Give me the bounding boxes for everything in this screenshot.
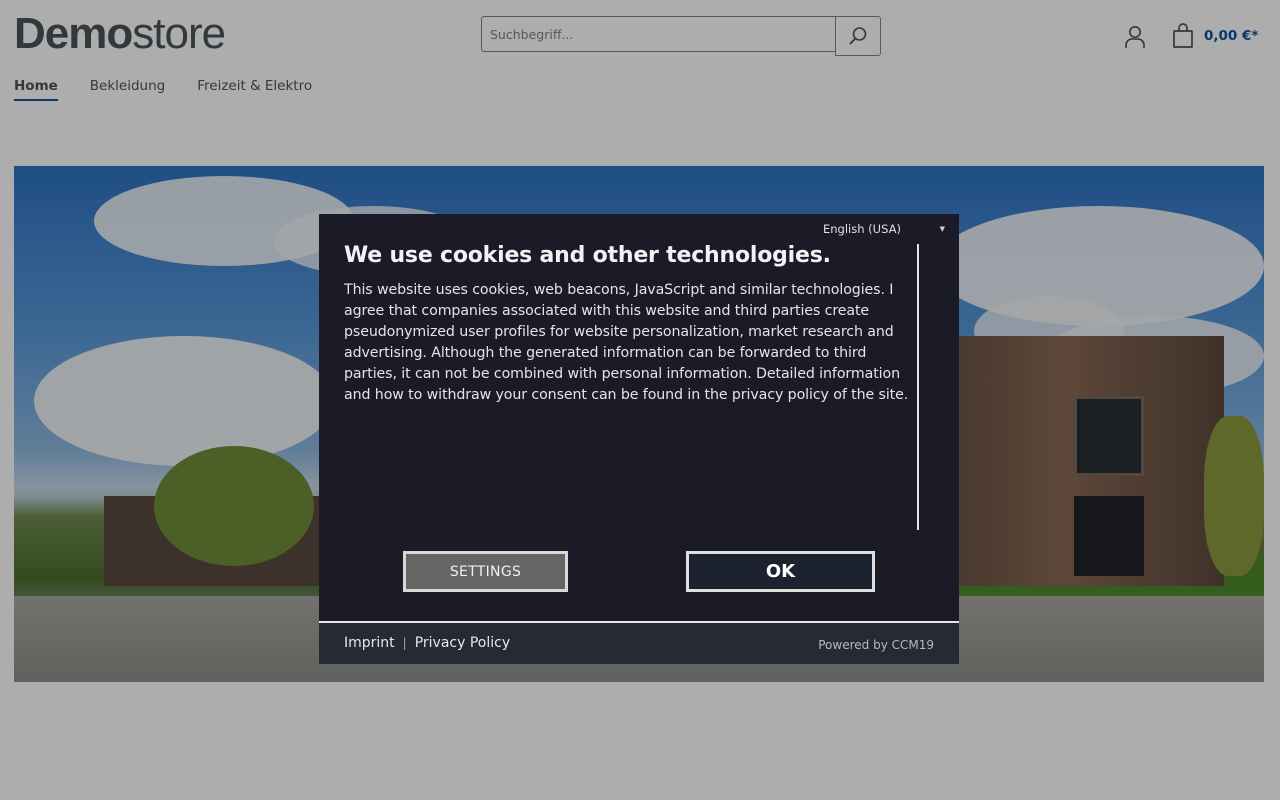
privacy-policy-link[interactable]: Privacy Policy <box>415 635 510 651</box>
cookie-consent-dialog: English (USA) ▼ We use cookies and other… <box>319 214 959 664</box>
consent-title: We use cookies and other technologies. <box>344 243 831 268</box>
consent-footer: Imprint | Privacy Policy Powered by CCM1… <box>319 621 959 664</box>
imprint-link[interactable]: Imprint <box>344 635 395 651</box>
language-select-value: English (USA) <box>823 222 901 236</box>
consent-scrollbar[interactable] <box>917 244 919 530</box>
footer-separator: | <box>402 636 407 650</box>
powered-by-text: Powered by CCM19 <box>818 638 934 652</box>
consent-body-text: This website uses cookies, web beacons, … <box>344 282 909 403</box>
language-select[interactable]: English (USA) ▼ <box>823 220 945 238</box>
chevron-down-icon: ▼ <box>939 225 945 233</box>
ok-button[interactable]: OK <box>686 551 875 592</box>
settings-button[interactable]: SETTINGS <box>403 551 568 592</box>
consent-text-area: We use cookies and other technologies. T… <box>344 242 914 532</box>
footer-links: Imprint | Privacy Policy <box>344 635 510 651</box>
